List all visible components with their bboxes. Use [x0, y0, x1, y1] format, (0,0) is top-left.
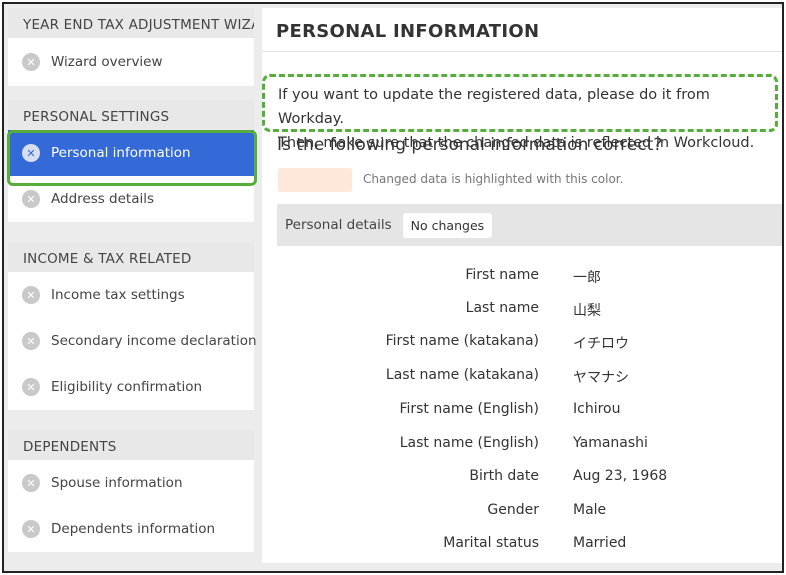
field-row-last-name-english: Last name (English) Yamanashi	[277, 435, 782, 469]
sidebar-section-wizard: YEAR END TAX ADJUSTMENT WIZARD ✕ Wizard …	[8, 8, 254, 86]
x-circle-icon: ✕	[22, 53, 40, 71]
field-value: ヤマナシ	[573, 370, 629, 386]
sidebar-item-label: Wizard overview	[51, 54, 163, 70]
field-row-first-name: First name 一郎	[277, 267, 782, 301]
field-label: First name (English)	[399, 401, 539, 417]
field-label: First name (katakana)	[385, 333, 539, 349]
sidebar-item-label: Secondary income declaration	[51, 333, 257, 349]
update-notice: If you want to update the registered dat…	[262, 74, 778, 151]
field-row-last-name-katakana: Last name (katakana) ヤマナシ	[277, 367, 782, 401]
field-row-first-name-english: First name (English) Ichirou	[277, 401, 782, 435]
x-circle-icon: ✕	[22, 474, 40, 492]
field-label: First name	[465, 267, 539, 283]
sidebar-item-eligibility-confirmation[interactable]: ✕ Eligibility confirmation	[8, 364, 254, 410]
x-circle-icon: ✕	[22, 144, 40, 162]
sidebar-item-label: Income tax settings	[51, 287, 185, 303]
field-value: Aug 23, 1968	[573, 468, 668, 484]
field-value: Male	[573, 502, 607, 518]
x-circle-icon: ✕	[22, 378, 40, 396]
app-frame: YEAR END TAX ADJUSTMENT WIZARD ✕ Wizard …	[2, 2, 784, 573]
sidebar-item-spouse-information[interactable]: ✕ Spouse information	[8, 460, 254, 506]
personal-details-header: Personal details No changes	[277, 204, 782, 246]
page-title: PERSONAL INFORMATION	[276, 21, 540, 42]
changed-data-color-swatch	[278, 168, 352, 192]
field-row-birth-date: Birth date Aug 23, 1968	[277, 468, 782, 502]
field-row-marital-status: Marital status Married	[277, 535, 782, 569]
x-circle-icon: ✕	[22, 190, 40, 208]
field-row-gender: Gender Male	[277, 502, 782, 536]
field-label: Marital status	[443, 535, 539, 551]
field-label: Last name (English)	[399, 435, 539, 451]
sidebar-item-label: Address details	[51, 191, 155, 207]
field-row-last-name: Last name 山梨	[277, 300, 782, 334]
sidebar-item-secondary-income-declaration[interactable]: ✕ Secondary income declaration	[8, 318, 257, 364]
x-circle-icon: ✕	[22, 286, 40, 304]
sidebar-item-label: Personal information	[51, 145, 191, 161]
field-value: 一郎	[573, 270, 601, 286]
sidebar-item-label: Dependents information	[51, 521, 216, 537]
sidebar-item-wizard-overview[interactable]: ✕ Wizard overview	[8, 38, 254, 86]
sidebar-section-header: YEAR END TAX ADJUSTMENT WIZARD	[8, 8, 254, 38]
sidebar-item-label: Spouse information	[51, 475, 183, 491]
sidebar-item-income-tax-settings[interactable]: ✕ Income tax settings	[8, 272, 254, 318]
field-label: Last name (katakana)	[385, 367, 539, 383]
sidebar-section-header: INCOME & TAX RELATED	[8, 242, 254, 272]
field-value: Married	[573, 535, 627, 551]
confirmation-question: Is the following personal information co…	[277, 135, 663, 155]
sidebar-item-label: Eligibility confirmation	[51, 379, 203, 395]
field-value: Ichirou	[573, 401, 621, 417]
field-value: イチロウ	[573, 336, 629, 352]
sidebar-section-header: DEPENDENTS	[8, 430, 254, 460]
field-row-first-name-katakana: First name (katakana) イチロウ	[277, 333, 782, 367]
field-label: Birth date	[469, 468, 539, 484]
sidebar-section-dependents: DEPENDENTS ✕ Spouse information ✕ Depend…	[8, 430, 254, 552]
x-circle-icon: ✕	[22, 520, 40, 538]
notice-line-1: If you want to update the registered dat…	[278, 87, 710, 127]
field-label: Gender	[487, 502, 539, 518]
x-circle-icon: ✕	[22, 332, 40, 350]
field-value: Yamanashi	[573, 435, 648, 451]
sidebar-section-income-tax: INCOME & TAX RELATED ✕ Income tax settin…	[8, 242, 257, 410]
no-changes-badge: No changes	[402, 212, 493, 238]
field-value: 山梨	[573, 303, 601, 319]
changed-data-legend: Changed data is highlighted with this co…	[363, 172, 624, 186]
field-label: Last name	[465, 300, 539, 316]
sidebar-item-address-details[interactable]: ✕ Address details	[8, 176, 254, 222]
sidebar-item-personal-information[interactable]: ✕ Personal information	[8, 130, 254, 176]
personal-details-label: Personal details	[285, 217, 392, 233]
sidebar-section-personal: PERSONAL SETTINGS ✕ Personal information…	[8, 100, 254, 222]
main-panel: PERSONAL INFORMATION If you want to upda…	[262, 8, 782, 563]
title-divider	[262, 51, 782, 52]
wizard-sidebar: YEAR END TAX ADJUSTMENT WIZARD ✕ Wizard …	[8, 8, 257, 563]
sidebar-section-header: PERSONAL SETTINGS	[8, 100, 254, 130]
sidebar-item-dependents-information[interactable]: ✕ Dependents information	[8, 506, 254, 552]
